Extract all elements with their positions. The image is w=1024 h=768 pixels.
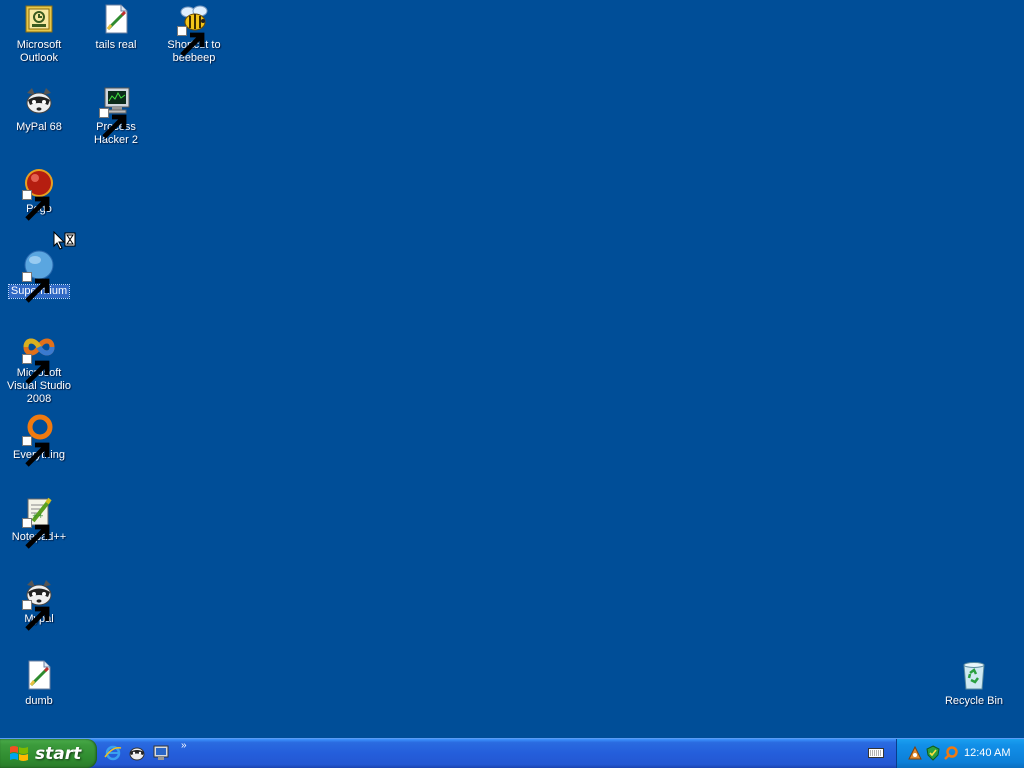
keyboard-icon[interactable]: [868, 747, 884, 759]
red-ball-icon: [22, 167, 55, 221]
quick-launch-bar: [104, 744, 170, 762]
bee-icon: [177, 3, 210, 57]
shortcut-arrow-icon: [22, 190, 50, 221]
desktop-icon-mypal-68[interactable]: MyPal 68: [0, 85, 78, 134]
desktop-icon-everything[interactable]: Everything: [0, 413, 78, 467]
text-document-icon: [23, 659, 55, 691]
raccoon-icon: [23, 85, 55, 117]
shortcut-arrow-icon: [177, 26, 205, 57]
desktop-icon-pego[interactable]: Pego: [0, 167, 78, 221]
shortcut-arrow-icon: [22, 272, 50, 303]
start-button[interactable]: start: [0, 739, 97, 768]
desktop-icon-visual-studio-2008[interactable]: Microsoft Visual Studio 2008: [0, 331, 78, 406]
start-label: start: [35, 743, 82, 764]
text-document-icon: [100, 3, 132, 35]
desktop-icon-notepadpp[interactable]: ++ Notepad++: [0, 495, 78, 549]
search-icon[interactable]: [943, 745, 959, 761]
desktop-icon-supermium[interactable]: Supermium: [0, 249, 78, 303]
shield-icon[interactable]: [925, 745, 941, 761]
desktop-icon-dumb[interactable]: dumb: [0, 659, 78, 708]
shortcut-arrow-icon: [99, 108, 127, 139]
desktop-icon-recycle-bin[interactable]: Recycle Bin: [935, 659, 1013, 708]
outlook-icon: [23, 3, 55, 35]
raccoon-icon: [22, 577, 55, 631]
taskbar: start » 12:40 AM: [0, 738, 1024, 768]
desktop-icon-label: MyPal 68: [16, 121, 62, 133]
desktop-icon-beebeep[interactable]: Shortcut to beebeep: [155, 3, 233, 65]
desktop-icon-process-hacker-2[interactable]: Process Hacker 2: [77, 85, 155, 147]
mouse-cursor-busy-icon: [53, 230, 79, 251]
desktop-icon-label: tails real: [95, 39, 137, 51]
desktop-icon-label: Recycle Bin: [944, 695, 1004, 707]
visual-studio-icon: [22, 331, 55, 385]
blue-globe-icon: [22, 249, 55, 303]
recycle-bin-icon: [958, 659, 990, 691]
desktop-icon-tails-real[interactable]: tails real: [77, 3, 155, 52]
show-desktop-icon[interactable]: [152, 744, 170, 762]
desktop[interactable]: Microsoft Outlook tails real Shortcut to…: [0, 0, 1024, 738]
internet-explorer-icon[interactable]: [104, 744, 122, 762]
quick-launch-more-button[interactable]: »: [181, 740, 187, 751]
desktop-icon-mypal[interactable]: Mypal: [0, 577, 78, 631]
shortcut-arrow-icon: [22, 518, 50, 549]
orange-ring-icon: [22, 413, 55, 467]
shortcut-arrow-icon: [22, 436, 50, 467]
desktop-icon-label: dumb: [25, 695, 53, 707]
desktop-icon-label: Microsoft Outlook: [16, 39, 62, 64]
desktop-icon-microsoft-outlook[interactable]: Microsoft Outlook: [0, 3, 78, 65]
monitor-icon: [99, 85, 132, 139]
raccoon-icon[interactable]: [128, 744, 146, 762]
shortcut-arrow-icon: [22, 600, 50, 631]
shortcut-arrow-icon: [22, 354, 50, 385]
windows-flag-icon: [10, 745, 28, 761]
notepadpp-icon: ++: [22, 495, 55, 549]
clock[interactable]: 12:40 AM: [964, 747, 1010, 759]
network-icon[interactable]: [907, 745, 923, 761]
